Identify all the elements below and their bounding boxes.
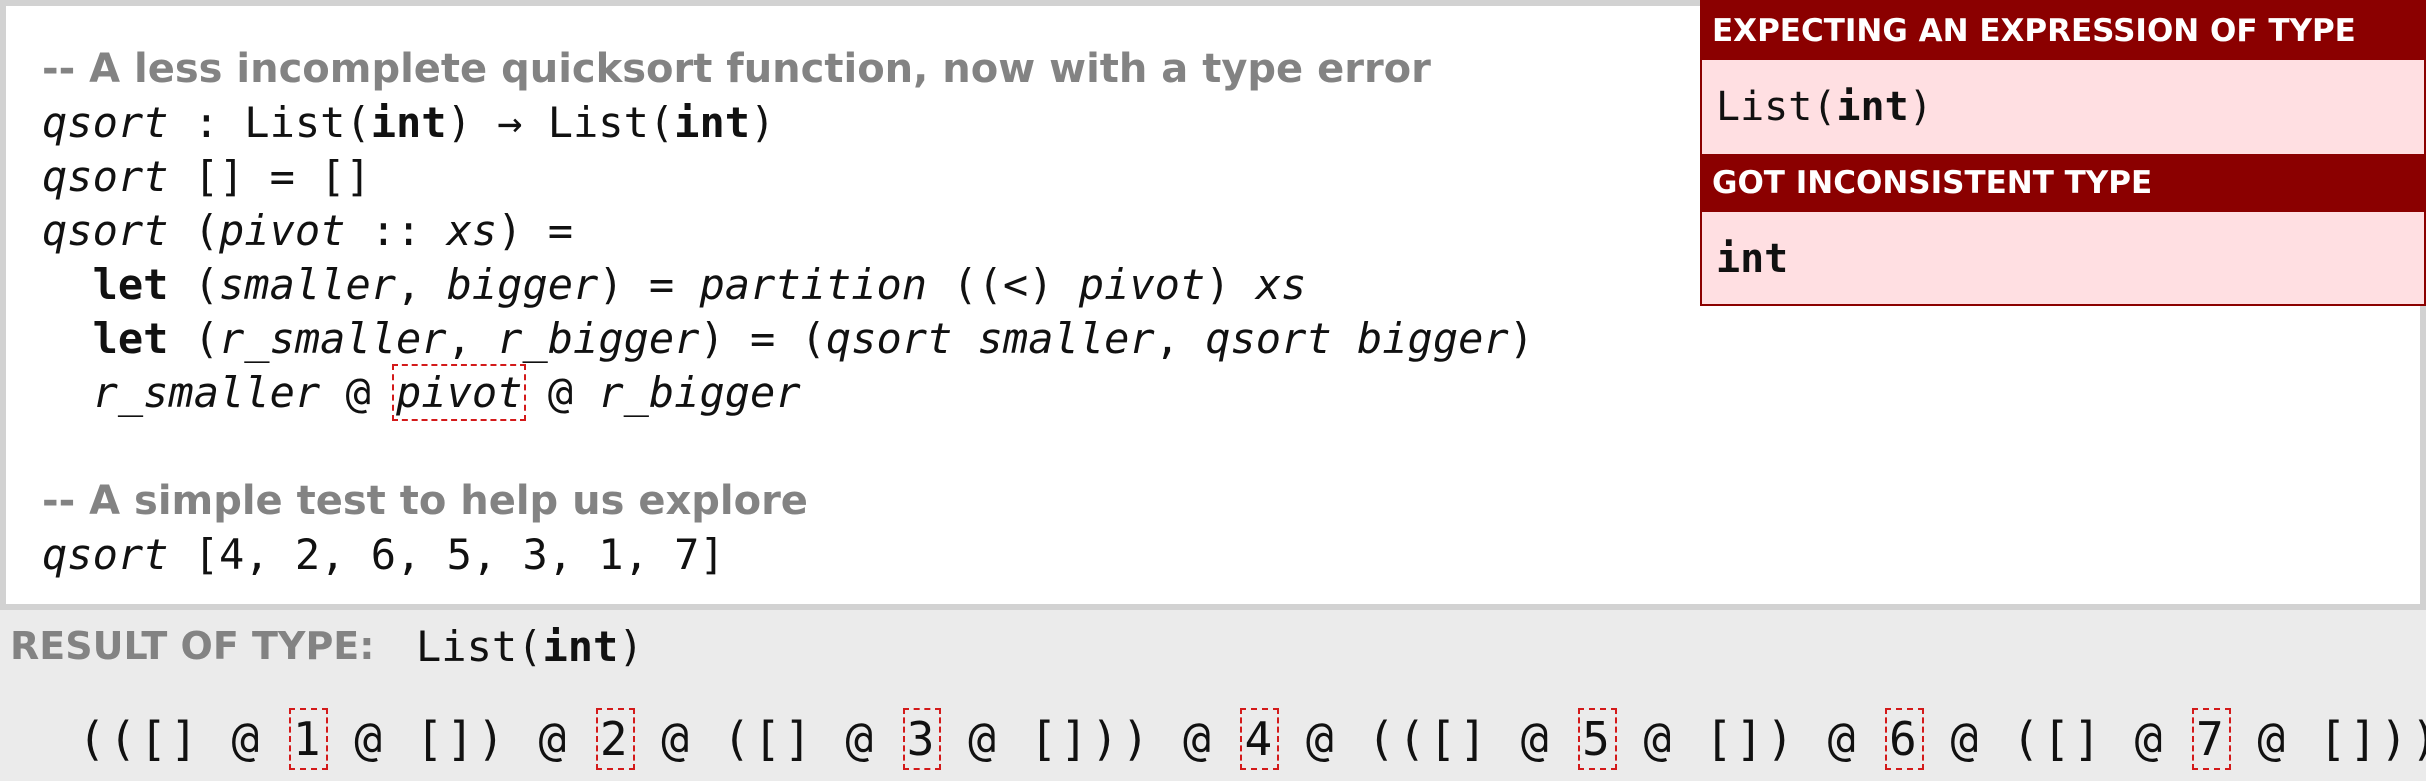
function-partition: partition xyxy=(699,260,928,309)
type-keyword: int xyxy=(370,98,447,147)
code-text: ) xyxy=(1205,260,1256,309)
result-text: @ ([] @ xyxy=(630,712,907,766)
code-text: ( xyxy=(168,206,220,255)
code-text: , xyxy=(396,260,447,309)
code-text: ) = xyxy=(598,260,700,309)
expecting-type-header: EXPECTING AN EXPRESSION OF TYPE xyxy=(1702,2,2424,60)
variable-xs: xs xyxy=(1255,260,1307,309)
let-keyword: let xyxy=(92,260,169,309)
type-keyword: int xyxy=(1836,84,1909,130)
code-text: : List( xyxy=(168,98,371,147)
function-name: qsort xyxy=(1205,314,1332,363)
variable-pivot: pivot xyxy=(219,206,346,255)
code-line-cons-case[interactable]: qsort (pivot :: xs) = xyxy=(42,204,573,258)
code-text: [4, 2, 6, 5, 3, 1, 7] xyxy=(168,530,725,579)
code-text: @ xyxy=(522,368,599,417)
code-text: ( xyxy=(168,314,220,363)
code-text: ) xyxy=(750,98,776,147)
result-hole[interactable]: 2 xyxy=(595,708,635,770)
result-hole[interactable]: 3 xyxy=(902,708,942,770)
type-text: ) xyxy=(1908,84,1933,130)
type-keyword: int xyxy=(674,98,751,147)
result-text: @ []) @ xyxy=(323,712,600,766)
code-text: ) xyxy=(1508,314,1534,363)
code-text: ) → List( xyxy=(446,98,675,147)
error-hole-pivot[interactable]: pivot xyxy=(392,364,527,421)
code-comment-line: -- A simple test to help us explore xyxy=(42,478,808,524)
code-text: , xyxy=(446,314,498,363)
code-line-signature[interactable]: qsort : List(int) → List(int) xyxy=(42,96,775,150)
code-line-test[interactable]: qsort [4, 2, 6, 5, 3, 1, 7] xyxy=(42,528,725,582)
function-name: qsort xyxy=(42,530,169,579)
result-hole[interactable]: 5 xyxy=(1578,708,1617,770)
result-hole[interactable]: 6 xyxy=(1885,708,1924,770)
code-text: [] = [] xyxy=(168,152,371,201)
type-text: ) xyxy=(618,622,644,671)
type-error-popup: EXPECTING AN EXPRESSION OF TYPE List(int… xyxy=(1700,0,2426,306)
code-comment-line: -- A less incomplete quicksort function,… xyxy=(42,46,1431,92)
let-keyword: let xyxy=(92,314,169,363)
result-hole[interactable]: 1 xyxy=(288,708,328,770)
code-line-let-partition[interactable]: let (smaller, bigger) = partition ((<) p… xyxy=(42,258,1307,312)
result-type-label: RESULT OF TYPE: xyxy=(10,624,375,668)
function-name: qsort xyxy=(825,314,953,363)
got-type-header: GOT INCONSISTENT TYPE xyxy=(1702,154,2424,212)
variable-xs: xs xyxy=(446,206,498,255)
result-text: @ ([] @ xyxy=(1919,712,2196,766)
result-text: @ []) @ xyxy=(1612,712,1890,766)
function-name: qsort xyxy=(42,206,169,255)
got-type-value: int xyxy=(1716,236,1789,282)
variable-pivot: pivot xyxy=(1078,260,1206,309)
type-text: List( xyxy=(1716,84,1837,130)
variable-bigger: bigger xyxy=(1356,314,1509,363)
code-text: ( xyxy=(168,260,220,309)
code-text: ) = ( xyxy=(699,314,826,363)
code-text: ((<) xyxy=(927,260,1079,309)
result-expression: (([] @ 1 @ []) @ 2 @ ([] @ 3 @ [])) @ 4 … xyxy=(78,708,2426,770)
variable-bigger: bigger xyxy=(446,260,599,309)
variable-r-smaller: r_smaller xyxy=(92,368,321,417)
expected-type-value: List(int) xyxy=(1716,80,1933,134)
result-hole[interactable]: 4 xyxy=(1240,708,1280,770)
code-text: ) = xyxy=(497,206,574,255)
code-line-let-recurse[interactable]: let (r_smaller, r_bigger) = (qsort small… xyxy=(42,312,1534,366)
variable-smaller: smaller xyxy=(977,314,1155,363)
variable-r-bigger: r_bigger xyxy=(497,314,700,363)
variable-r-smaller: r_smaller xyxy=(219,314,447,363)
code-text: , xyxy=(1154,314,1206,363)
type-text: List( xyxy=(416,622,543,671)
code-line-body[interactable]: r_smaller @ pivot @ r_bigger xyxy=(42,364,801,421)
result-type-value: List(int) xyxy=(416,620,644,674)
code-text: @ xyxy=(320,368,397,417)
result-panel: RESULT OF TYPE: List(int) (([] @ 1 @ [])… xyxy=(0,610,2426,781)
result-text: @ [])) @ xyxy=(937,712,1245,766)
function-name: qsort xyxy=(42,152,169,201)
code-text: :: xyxy=(345,206,447,255)
result-text: @ [])) xyxy=(2226,712,2426,766)
result-text: @ (([] @ xyxy=(1275,712,1583,766)
type-keyword: int xyxy=(542,622,619,671)
code-line-empty-case[interactable]: qsort [] = [] xyxy=(42,150,371,204)
result-hole[interactable]: 7 xyxy=(2192,708,2231,770)
result-text: (([] @ xyxy=(78,712,293,766)
function-name: qsort xyxy=(42,98,169,147)
variable-r-bigger: r_bigger xyxy=(598,368,801,417)
variable-smaller: smaller xyxy=(219,260,397,309)
